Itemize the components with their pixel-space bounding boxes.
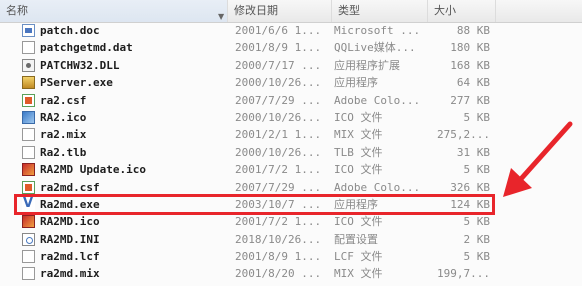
file-row[interactable]: RA2.ico 2000/10/26... ICO 文件 5 KB <box>0 109 500 126</box>
file-icon <box>22 250 35 264</box>
file-size: 180 KB <box>450 41 490 55</box>
file-size: 199,7... <box>437 267 490 281</box>
file-size: 5 KB <box>463 110 491 124</box>
file-row[interactable]: PServer.exe 2000/10/26... 应用程序 64 KB <box>0 74 500 91</box>
file-size: 31 KB <box>456 145 490 159</box>
file-name: patch.doc <box>40 24 100 37</box>
file-row[interactable]: patch.doc 2001/6/6 1... Microsoft ... 88 KB <box>0 22 500 39</box>
file-row[interactable]: ra2md.mix 2001/8/20 ... MIX 文件 199,7... <box>0 265 500 282</box>
column-header-date[interactable]: 修改日期 <box>228 0 332 22</box>
file-name: RA2MD Update.ico <box>40 163 146 177</box>
file-name: ra2md.lcf <box>40 250 100 264</box>
file-size: 5 KB <box>463 250 491 264</box>
file-row[interactable]: patchgetmd.dat 2001/8/9 1... QQLive媒体... 18… <box>0 39 500 56</box>
file-row[interactable]: ra2md.lcf 2001/8/9 1... LCF 文件 5 KB <box>0 248 500 265</box>
file-date: 2000/10/26... <box>235 145 322 159</box>
file-icon <box>22 41 35 55</box>
file-date: 2000/10/26... <box>235 76 322 90</box>
file-date: 2001/7/2 1... <box>235 215 322 229</box>
file-name: ra2md.mix <box>40 267 100 281</box>
file-type: LCF 文件 <box>334 250 383 264</box>
file-name: PATCHW32.DLL <box>40 58 120 72</box>
file-row[interactable]: ra2.csf 2007/7/29 ... Adobe Colo... 277 KB <box>0 92 500 109</box>
file-name: PServer.exe <box>40 76 113 90</box>
file-size: 2 KB <box>463 232 491 246</box>
csf-icon <box>22 180 35 194</box>
file-name: RA2MD.ico <box>40 215 100 229</box>
file-date: 2000/7/17 ... <box>235 58 322 72</box>
file-date: 2018/10/26... <box>235 232 322 246</box>
column-header-name[interactable]: 名称 ▼ <box>0 0 228 22</box>
file-row[interactable]: Ra2.tlb 2000/10/26... TLB 文件 31 KB <box>0 144 500 161</box>
file-name: RA2.ico <box>40 110 87 124</box>
file-row[interactable]: RA2MD.ico 2001/7/2 1... ICO 文件 5 KB <box>0 213 500 230</box>
file-type: MIX 文件 <box>334 128 383 142</box>
ini-icon <box>22 232 35 246</box>
file-row[interactable]: ra2.mix 2001/2/1 1... MIX 文件 275,2... <box>0 126 500 143</box>
file-type: ICO 文件 <box>334 163 383 177</box>
file-date: 2001/8/9 1... <box>235 250 322 264</box>
file-name: patchgetmd.dat <box>40 41 133 55</box>
file-size: 277 KB <box>450 93 490 107</box>
file-row[interactable]: RA2MD Update.ico 2001/7/2 1... ICO 文件 5 KB <box>0 161 500 178</box>
file-name: ra2.mix <box>40 128 87 142</box>
dll-icon <box>22 58 35 72</box>
file-name: RA2MD.INI <box>40 232 100 246</box>
file-type: 配置设置 <box>334 232 378 246</box>
ra2hd-icon <box>22 215 35 229</box>
file-size: 5 KB <box>463 163 491 177</box>
csf-icon <box>22 93 35 107</box>
file-size: 168 KB <box>450 58 490 72</box>
doc-icon <box>22 24 35 37</box>
file-icon <box>22 145 35 159</box>
file-date: 2001/8/9 1... <box>235 41 322 55</box>
file-row[interactable]: RA2MD.INI 2018/10/26... 配置设置 2 KB <box>0 231 500 248</box>
file-date: 2000/10/26... <box>235 110 322 124</box>
file-name: ra2.csf <box>40 93 87 107</box>
file-type: 应用程序 <box>334 76 378 90</box>
ra2hd-icon <box>22 163 35 177</box>
file-type: Microsoft ... <box>334 24 421 37</box>
file-date: 2001/2/1 1... <box>235 128 322 142</box>
file-date: 2001/6/6 1... <box>235 24 322 37</box>
highlight-box <box>14 194 495 215</box>
file-date: 2007/7/29 ... <box>235 93 322 107</box>
file-icon <box>22 267 35 281</box>
file-row[interactable]: PATCHW32.DLL 2000/7/17 ... 应用程序扩展 168 KB <box>0 57 500 74</box>
file-list: patch.doc 2001/6/6 1... Microsoft ... 88 KB… <box>0 22 500 283</box>
file-date: 2001/7/2 1... <box>235 163 322 177</box>
file-type: ICO 文件 <box>334 215 383 229</box>
file-name: Ra2.tlb <box>40 145 87 159</box>
file-type: ICO 文件 <box>334 110 383 124</box>
file-type: QQLive媒体... <box>334 41 416 55</box>
ico-icon <box>22 110 35 124</box>
file-type: 应用程序扩展 <box>334 58 400 72</box>
file-date: 2001/8/20 ... <box>235 267 322 281</box>
file-type: Adobe Colo... <box>334 93 421 107</box>
file-type: TLB 文件 <box>334 145 383 159</box>
column-header-bar: 名称 ▼ 修改日期 类型 大小 <box>0 0 582 23</box>
file-size: 5 KB <box>463 215 491 229</box>
column-header-type[interactable]: 类型 <box>332 0 428 22</box>
file-size: 275,2... <box>437 128 490 142</box>
column-header-size[interactable]: 大小 <box>428 0 496 22</box>
file-size: 64 KB <box>456 76 490 90</box>
file-size: 88 KB <box>456 24 490 37</box>
file-type: MIX 文件 <box>334 267 383 281</box>
file-explorer-window: 名称 ▼ 修改日期 类型 大小 patch.doc 2001/6/6 1... Mic… <box>0 0 582 286</box>
file-icon <box>22 128 35 142</box>
exe-icon <box>22 76 35 90</box>
